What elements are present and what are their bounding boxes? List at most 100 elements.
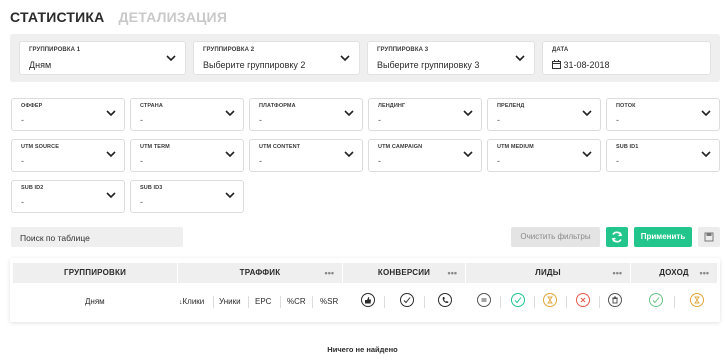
- filter-utm-source[interactable]: UTM SOURCE -: [11, 139, 125, 172]
- table-search-input[interactable]: Поиск по таблице: [11, 227, 183, 247]
- tabs: СТАТИСТИКА ДЕТАЛИЗАЦИЯ: [10, 9, 227, 25]
- chevron-down-icon: [344, 110, 354, 117]
- trash-icon[interactable]: [608, 293, 622, 307]
- metric-uniques[interactable]: Уники: [219, 297, 241, 306]
- filter-prelanding[interactable]: ПРЕЛЕНД -: [487, 98, 601, 131]
- header-groupings[interactable]: ГРУППИРОВКИ: [13, 263, 177, 283]
- divider: [248, 296, 249, 308]
- filter-platform-label: ПЛАТФОРМА: [259, 103, 296, 109]
- save-icon: [704, 232, 714, 242]
- grouping-2-value: Выберите группировку 2: [203, 60, 306, 70]
- more-icon[interactable]: •••: [700, 263, 709, 283]
- divider: [566, 296, 567, 308]
- filter-prelanding-label: ПРЕЛЕНД: [497, 103, 525, 109]
- chevron-down-icon: [463, 151, 473, 158]
- filter-utm-term-label: UTM TERM: [140, 144, 170, 150]
- filter-country-value: -: [140, 115, 143, 125]
- filter-landing-value: -: [378, 115, 381, 125]
- divider: [599, 296, 600, 308]
- chevron-down-icon: [106, 151, 116, 158]
- filter-sub-id2-value: -: [21, 197, 24, 207]
- money-check-icon[interactable]: [649, 293, 663, 307]
- divider: [534, 296, 535, 308]
- filter-utm-medium[interactable]: UTM MEDIUM -: [487, 139, 601, 172]
- phone-icon[interactable]: [438, 293, 452, 307]
- filter-utm-term-value: -: [140, 156, 143, 166]
- filter-sub-id2-label: SUB ID2: [21, 185, 44, 191]
- grouping-3-label: ГРУППИРОВКА 3: [377, 47, 429, 53]
- apply-button[interactable]: Применить: [634, 227, 692, 247]
- thumbs-up-icon[interactable]: [361, 293, 375, 307]
- filter-utm-campaign-value: -: [378, 156, 381, 166]
- filter-sub-id1-value: -: [616, 156, 619, 166]
- filter-country[interactable]: СТРАНА -: [130, 98, 244, 131]
- grouping-1-select[interactable]: ГРУППИРОВКА 1 Дням: [19, 41, 186, 75]
- chevron-down-icon: [340, 55, 350, 62]
- filter-sub-id2[interactable]: SUB ID2 -: [11, 180, 125, 213]
- more-icon[interactable]: •••: [325, 263, 334, 283]
- filter-flow[interactable]: ПОТОК -: [606, 98, 720, 131]
- date-picker[interactable]: ДАТА 31-08-2018: [542, 41, 711, 75]
- filter-utm-source-value: -: [21, 156, 24, 166]
- tab-statistics[interactable]: СТАТИСТИКА: [10, 9, 105, 25]
- header-leads[interactable]: ЛИДЫ •••: [466, 263, 630, 283]
- chevron-down-icon: [106, 192, 116, 199]
- filter-landing-label: ЛЕНДИНГ: [378, 103, 406, 109]
- metric-sr[interactable]: %SR: [320, 297, 338, 306]
- filter-landing[interactable]: ЛЕНДИНГ -: [368, 98, 482, 131]
- metric-epc[interactable]: EPC: [255, 297, 271, 306]
- header-conversions-label: КОНВЕРСИИ: [377, 268, 431, 277]
- filter-utm-campaign[interactable]: UTM CAMPAIGN -: [368, 139, 482, 172]
- filter-offer[interactable]: ОФФЕР -: [11, 98, 125, 131]
- refresh-button[interactable]: [606, 227, 628, 247]
- more-icon[interactable]: •••: [448, 263, 457, 283]
- filter-utm-term[interactable]: UTM TERM -: [130, 139, 244, 172]
- chevron-down-icon: [225, 151, 235, 158]
- grouping-3-select[interactable]: ГРУППИРОВКА 3 Выберите группировку 3: [367, 41, 535, 75]
- filter-platform-value: -: [259, 115, 262, 125]
- header-traffic-label: ТРАФФИК: [239, 268, 281, 277]
- header-conversions[interactable]: КОНВЕРСИИ •••: [343, 263, 465, 283]
- filter-sub-id3-value: -: [140, 197, 143, 207]
- metric-cr[interactable]: %CR: [287, 297, 306, 306]
- filter-utm-medium-label: UTM MEDIUM: [497, 144, 534, 150]
- clear-filters-button[interactable]: Очистить фильтры: [511, 227, 600, 247]
- filter-utm-content[interactable]: UTM CONTENT -: [249, 139, 363, 172]
- equals-icon[interactable]: [477, 293, 491, 307]
- divider: [280, 296, 281, 308]
- header-groupings-label: ГРУППИРОВКИ: [63, 268, 127, 277]
- filter-prelanding-value: -: [497, 115, 500, 125]
- check-icon[interactable]: [400, 293, 414, 307]
- save-button[interactable]: [698, 227, 720, 247]
- date-label: ДАТА: [552, 47, 569, 53]
- chevron-down-icon: [225, 110, 235, 117]
- tab-details[interactable]: ДЕТАЛИЗАЦИЯ: [119, 9, 228, 25]
- chevron-down-icon: [463, 110, 473, 117]
- chevron-down-icon: [701, 110, 711, 117]
- check-icon[interactable]: [511, 293, 525, 307]
- more-icon[interactable]: •••: [613, 263, 622, 283]
- filter-sub-id3[interactable]: SUB ID3 -: [130, 180, 244, 213]
- filter-sub-id3-label: SUB ID3: [140, 185, 163, 191]
- chevron-down-icon: [225, 192, 235, 199]
- header-income[interactable]: ДОХОД •••: [631, 263, 717, 283]
- close-icon[interactable]: [576, 293, 590, 307]
- filter-platform[interactable]: ПЛАТФОРМА -: [249, 98, 363, 131]
- grouping-1-label: ГРУППИРОВКА 1: [29, 47, 81, 53]
- divider: [424, 296, 425, 308]
- chevron-down-icon: [344, 151, 354, 158]
- filter-utm-content-label: UTM CONTENT: [259, 144, 301, 150]
- filter-sub-id1[interactable]: SUB ID1 -: [606, 139, 720, 172]
- header-traffic[interactable]: ТРАФФИК •••: [178, 263, 342, 283]
- hourglass-icon[interactable]: [543, 293, 557, 307]
- grouping-2-select[interactable]: ГРУППИРОВКА 2 Выберите группировку 2: [193, 41, 360, 75]
- metric-clicks[interactable]: ↓Клики: [179, 297, 204, 306]
- divider: [500, 296, 501, 308]
- filter-utm-campaign-label: UTM CAMPAIGN: [378, 144, 423, 150]
- filter-offer-label: ОФФЕР: [21, 103, 43, 109]
- filter-flow-value: -: [616, 115, 619, 125]
- divider: [384, 296, 385, 308]
- chevron-down-icon: [166, 55, 176, 62]
- metric-clicks-label: Клики: [182, 297, 205, 306]
- hourglass-icon[interactable]: [690, 293, 704, 307]
